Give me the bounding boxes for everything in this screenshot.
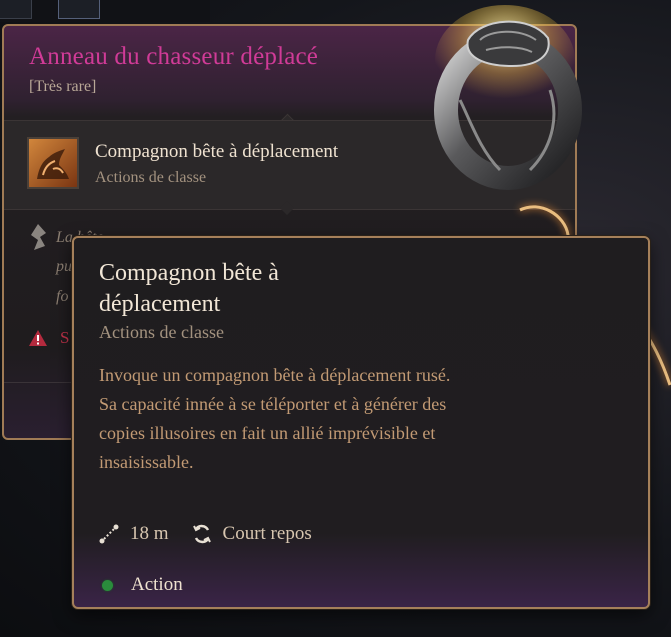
short-rest-icon <box>191 523 213 545</box>
displacer-beast-icon <box>27 137 79 189</box>
hotbar-slot[interactable] <box>58 0 100 19</box>
ring-image <box>420 0 590 200</box>
item-rarity: [Très rare] <box>29 78 97 95</box>
item-name: Anneau du chasseur déplacé <box>29 43 319 70</box>
skill-cost-label: Action <box>131 574 183 595</box>
hotbar-slot[interactable] <box>0 0 32 19</box>
linked-skill-name: Compagnon bête à déplacement <box>95 141 339 162</box>
range-icon <box>98 523 120 545</box>
item-description-line: fo <box>56 288 69 305</box>
item-description-line: pu <box>56 258 72 275</box>
skill-tooltip: Compagnon bête à déplacement Actions de … <box>72 236 650 609</box>
hotbar-strip <box>0 0 210 22</box>
skill-range: 18 m <box>130 523 169 544</box>
skill-cost: Action <box>102 574 183 596</box>
skill-stats: 18 m Court repos <box>98 521 334 547</box>
warning-icon <box>28 329 48 347</box>
linked-skill-category: Actions de classe <box>95 169 207 186</box>
item-warning-text: S <box>60 328 70 347</box>
skill-recharge: Court repos <box>222 523 312 544</box>
action-dot-icon <box>102 579 113 591</box>
skill-category: Actions de classe <box>99 322 224 342</box>
shard-icon <box>28 224 48 250</box>
skill-description: Invoque un compagnon bête à déplacement … <box>99 365 451 472</box>
skill-title: Compagnon bête à déplacement <box>99 260 279 317</box>
